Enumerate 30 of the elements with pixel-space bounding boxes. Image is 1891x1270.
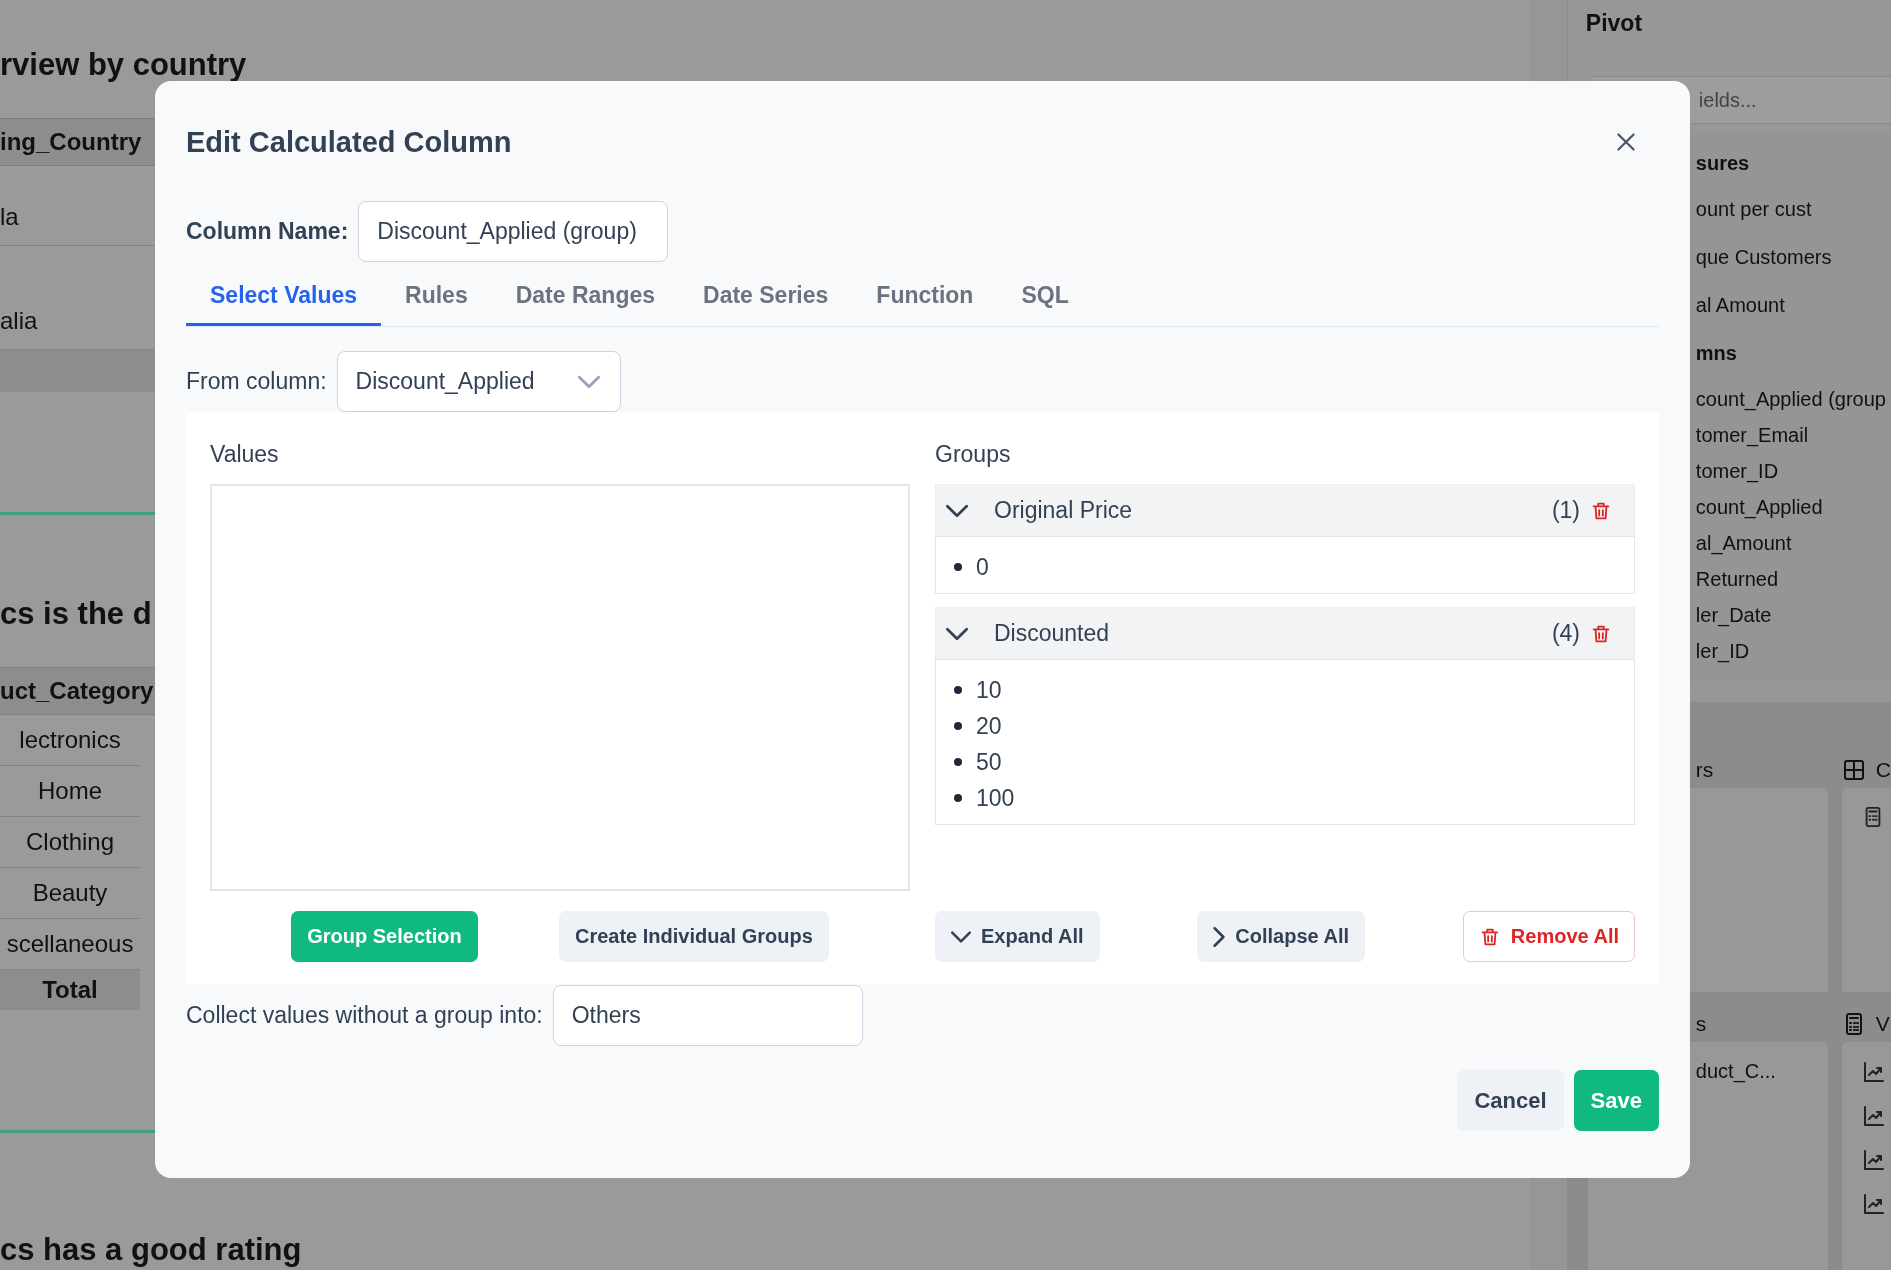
- group-value: 100: [976, 784, 1015, 812]
- column-label: Groups: [935, 441, 1012, 469]
- list-heading: sures: [1695, 152, 1751, 176]
- column-label: Values: [210, 441, 280, 469]
- list-heading: mns: [1695, 342, 1738, 366]
- group-value: 50: [976, 748, 1002, 776]
- table-cell: Clothing: [0, 817, 140, 868]
- group-value: 0: [976, 553, 989, 581]
- table-total-cell: Total: [0, 970, 140, 1010]
- zone-title: V: [1875, 1012, 1890, 1036]
- panel-title: Pivot: [1584, 9, 1644, 38]
- zone-title: s: [1695, 1012, 1707, 1036]
- group-value: 10: [976, 676, 1002, 704]
- table-cell: Beauty: [0, 868, 140, 919]
- group-count: (4): [1551, 620, 1580, 647]
- table-cell: lectronics: [0, 715, 140, 766]
- zone-title: C: [1875, 758, 1891, 782]
- table-cell: Home: [0, 766, 140, 817]
- field-label: From column:: [186, 368, 327, 395]
- zone-title: rs: [1695, 758, 1714, 782]
- dialog-title: Edit Calculated Column: [186, 125, 512, 159]
- group-name: Original Price: [994, 497, 1134, 524]
- group-name: Discounted: [994, 620, 1111, 647]
- section-heading: cs is the d: [0, 597, 153, 631]
- field-label: Column Name:: [186, 218, 349, 245]
- section-heading: rview by country: [0, 48, 248, 82]
- group-count: (1): [1551, 497, 1580, 524]
- field-label: Collect values without a group into:: [186, 1002, 543, 1029]
- section-heading: cs has a good rating: [0, 1233, 303, 1267]
- group-value: 20: [976, 712, 1002, 740]
